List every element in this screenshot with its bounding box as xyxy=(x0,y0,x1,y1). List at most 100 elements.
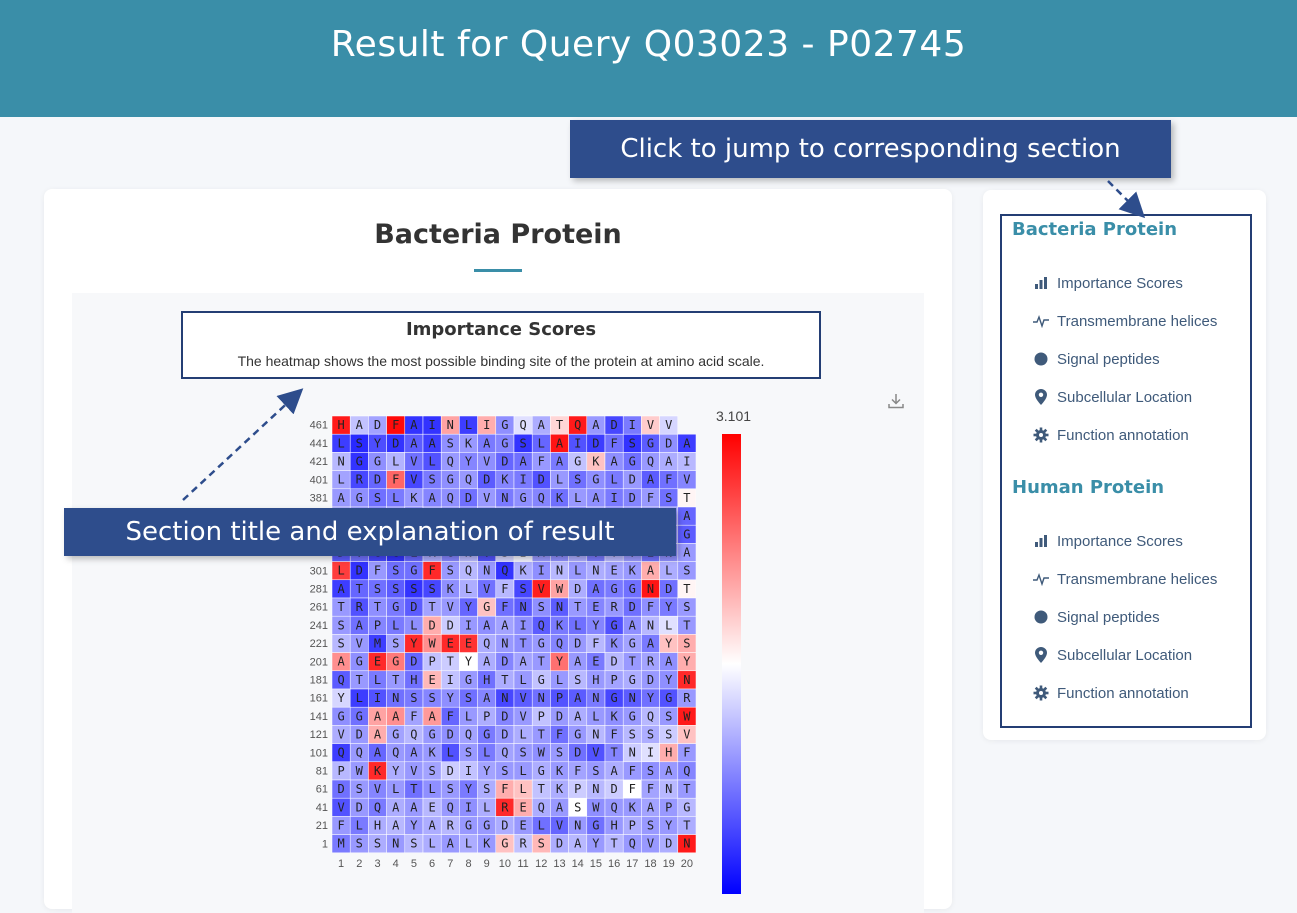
heatmap-residue-label: G xyxy=(392,655,399,669)
heatmap-residue-label: N xyxy=(483,564,490,578)
heatmap-residue-label: S xyxy=(374,491,381,505)
heatmap-col-label: 18 xyxy=(644,858,656,870)
heatmap-residue-label: A xyxy=(610,455,618,469)
heatmap-residue-label: H xyxy=(592,673,599,687)
heatmap-residue-label: A xyxy=(447,837,455,851)
heatmap-residue-label: F xyxy=(410,709,417,723)
heatmap-row-label: 221 xyxy=(310,638,328,650)
heatmap-residue-label: Y xyxy=(465,600,473,614)
bar-chart-icon xyxy=(1033,533,1049,549)
sidebar-item-human-importance-scores[interactable]: Importance Scores xyxy=(1033,530,1183,552)
annotation-callout-jump: Click to jump to corresponding section xyxy=(570,120,1171,178)
heatmap-residue-label: L xyxy=(428,782,435,796)
heatmap-row-label: 441 xyxy=(310,438,328,450)
heatmap-residue-label: S xyxy=(410,691,417,705)
heatmap-residue-label: T xyxy=(410,782,417,796)
heatmap-residue-label: L xyxy=(519,764,526,778)
heatmap-residue-label: V xyxy=(538,582,545,596)
heatmap-residue-label: L xyxy=(392,491,399,505)
heatmap-residue-label: K xyxy=(610,709,618,723)
bar-chart-icon xyxy=(1033,275,1049,291)
heatmap-residue-label: N xyxy=(519,600,526,614)
heatmap-residue-label: D xyxy=(574,637,581,651)
heatmap-residue-label: S xyxy=(683,600,690,614)
sidebar-item-bacteria-signal-peptides[interactable]: Signal peptides xyxy=(1033,348,1160,370)
heatmap-residue-label: E xyxy=(428,800,435,814)
heatmap-residue-label: I xyxy=(519,473,526,487)
heatmap-residue-label: W xyxy=(592,800,600,814)
sidebar-item-bacteria-subcellular-location[interactable]: Subcellular Location xyxy=(1033,386,1192,408)
heatmap-residue-label: P xyxy=(374,618,381,632)
heatmap-residue-label: Y xyxy=(410,819,418,833)
heatmap-residue-label: F xyxy=(501,600,508,614)
heatmap-residue-label: Q xyxy=(501,564,508,578)
download-icon[interactable] xyxy=(887,392,905,410)
sidebar-group-bacteria[interactable]: Bacteria Protein xyxy=(1012,219,1177,240)
heatmap-residue-label: K xyxy=(629,564,637,578)
sidebar-item-bacteria-transmembrane-helices[interactable]: Transmembrane helices xyxy=(1033,310,1217,332)
heatmap-residue-label: D xyxy=(447,728,454,742)
heatmap-residue-label: D xyxy=(501,728,508,742)
heatmap-residue-label: A xyxy=(647,564,655,578)
heatmap-residue-label: K xyxy=(592,455,600,469)
heatmap-residue-label: S xyxy=(519,436,526,450)
heatmap-residue-label: Q xyxy=(465,728,472,742)
sidebar-item-human-signal-peptides[interactable]: Signal peptides xyxy=(1033,606,1160,628)
heatmap-residue-label: D xyxy=(356,728,363,742)
heatmap-residue-label: S xyxy=(465,746,472,760)
heatmap-col-label: 9 xyxy=(484,858,490,870)
heatmap-residue-label: G xyxy=(519,491,526,505)
heatmap-residue-label: N xyxy=(629,746,636,760)
heatmap-residue-label: A xyxy=(629,618,637,632)
sidebar-item-human-transmembrane-helices[interactable]: Transmembrane helices xyxy=(1033,568,1217,590)
heatmap-residue-label: A xyxy=(410,800,418,814)
heatmap-residue-label: A xyxy=(501,618,509,632)
heatmap-residue-label: T xyxy=(610,746,617,760)
sidebar-item-label: Transmembrane helices xyxy=(1057,570,1218,588)
heatmap-row-label: 401 xyxy=(310,474,328,486)
heatmap-residue-label: A xyxy=(428,709,436,723)
heatmap-residue-label: K xyxy=(447,582,455,596)
heatmap-residue-label: I xyxy=(647,746,654,760)
heatmap-residue-label: Y xyxy=(665,637,673,651)
heatmap-residue-label: N xyxy=(665,782,672,796)
heatmap-residue-label: A xyxy=(337,655,345,669)
heatmap-residue-label: F xyxy=(556,728,563,742)
heatmap-residue-label: S xyxy=(683,564,690,578)
heatmap-residue-label: L xyxy=(337,473,344,487)
heatmap-residue-label: T xyxy=(356,673,363,687)
sidebar-item-bacteria-importance-scores[interactable]: Importance Scores xyxy=(1033,272,1183,294)
heatmap-residue-label: L xyxy=(337,436,344,450)
heatmap-residue-label: D xyxy=(629,491,636,505)
heatmap-residue-label: D xyxy=(337,782,344,796)
heatmap-residue-label: A xyxy=(374,709,382,723)
sidebar-item-human-function-annotation[interactable]: Function annotation xyxy=(1033,682,1189,704)
heatmap-row-label: 81 xyxy=(316,766,328,778)
page-header: Result for Query Q03023 - P02745 xyxy=(0,0,1297,117)
heatmap-residue-label: E xyxy=(465,637,472,651)
heatmap-residue-label: N xyxy=(592,782,599,796)
heatmap-residue-label: S xyxy=(647,728,654,742)
heatmap-residue-label: S xyxy=(519,746,526,760)
sidebar-item-bacteria-function-annotation[interactable]: Function annotation xyxy=(1033,424,1189,446)
heatmap-residue-label: S xyxy=(428,473,435,487)
heatmap-row-label: 41 xyxy=(316,802,328,814)
heatmap-residue-label: Y xyxy=(465,455,473,469)
heatmap-residue-label: Q xyxy=(337,746,344,760)
heatmap-residue-label: D xyxy=(556,837,563,851)
heatmap-residue-label: Q xyxy=(356,746,363,760)
heatmap-residue-label: A xyxy=(356,618,364,632)
heatmap-residue-label: S xyxy=(665,728,672,742)
sidebar-item-human-subcellular-location[interactable]: Subcellular Location xyxy=(1033,644,1192,666)
heatmap-col-label: 17 xyxy=(626,858,638,870)
heatmap-residue-label: F xyxy=(647,782,654,796)
heatmap-residue-label: A xyxy=(647,473,655,487)
heatmap-residue-label: L xyxy=(519,728,526,742)
heatmap-residue-label: L xyxy=(465,709,472,723)
heatmap-residue-label: A xyxy=(610,764,618,778)
gear-icon xyxy=(1033,685,1049,701)
heatmap-residue-label: V xyxy=(483,582,490,596)
heatmap-residue-label: I xyxy=(538,564,545,578)
sidebar-group-human[interactable]: Human Protein xyxy=(1012,477,1164,498)
heatmap-residue-label: A xyxy=(392,800,400,814)
